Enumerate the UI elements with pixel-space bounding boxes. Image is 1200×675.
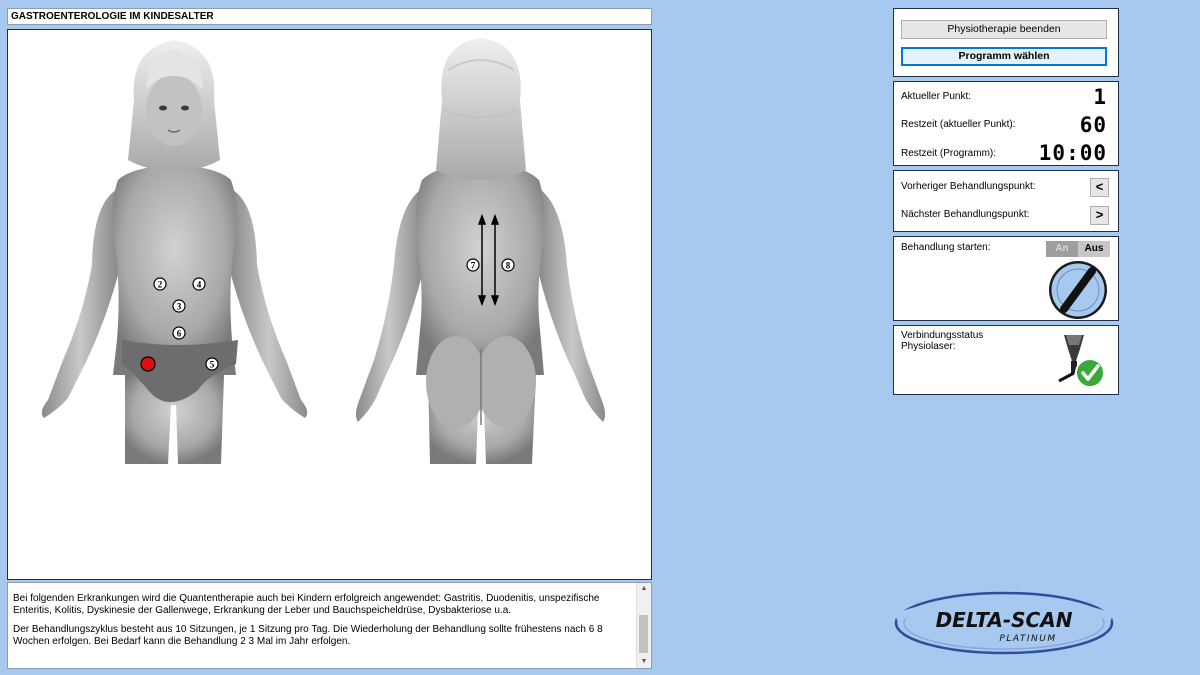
front-figure (41, 40, 308, 464)
treatment-point[interactable]: 4 (192, 277, 206, 291)
treatment-point[interactable]: 8 (501, 258, 515, 272)
remaining-point-value: 60 (1079, 113, 1107, 137)
point-label: 4 (197, 280, 202, 290)
on-off-toggle[interactable]: An Aus (1046, 241, 1110, 257)
description-scrollbar[interactable]: ▲ ▼ (636, 583, 651, 668)
program-buttons-panel: Physiotherapie beenden Programm wählen (893, 8, 1119, 77)
description-paragraph-2: Der Behandlungszyklus besteht aus 10 Sit… (13, 624, 603, 647)
description-text: Bei folgenden Erkrankungen wird die Quan… (13, 593, 638, 655)
remaining-program-label: Restzeit (Programm): (901, 148, 997, 159)
treatment-point[interactable]: 5 (205, 357, 219, 371)
prev-point-label: Vorheriger Behandlungspunkt: (901, 181, 1036, 192)
treatment-point[interactable]: 6 (172, 326, 186, 340)
remaining-program-value: 10:00 (1038, 141, 1107, 165)
body-diagram-panel: 2 4 3 6 1 5 7 8 (7, 29, 652, 580)
logo-main-text: DELTA-SCAN (936, 608, 1073, 632)
logo-sub-text: PLATINUM (999, 634, 1056, 644)
toggle-off[interactable]: Aus (1078, 241, 1110, 257)
remaining-point-label: Restzeit (aktueller Punkt): (901, 119, 1016, 130)
next-point-button[interactable]: > (1090, 206, 1109, 225)
connection-status-panel: Verbindungsstatus Physiolaser: (893, 325, 1119, 395)
treatment-point[interactable]: 3 (172, 299, 186, 313)
current-point-value: 1 (1093, 85, 1107, 109)
connection-status-label: Verbindungsstatus Physiolaser: (901, 330, 984, 352)
description-paragraph-1: Bei folgenden Erkrankungen wird die Quan… (13, 593, 600, 616)
power-knob-icon[interactable] (1046, 259, 1110, 321)
point-label: 5 (210, 360, 215, 370)
back-figure (355, 38, 606, 464)
scroll-up-arrow-icon[interactable]: ▲ (637, 583, 651, 595)
point-label: 2 (158, 280, 163, 290)
delta-scan-logo: DELTA-SCAN PLATINUM (894, 591, 1114, 655)
current-point-label: Aktueller Punkt: (901, 91, 972, 102)
point-label: 1 (146, 360, 150, 369)
next-point-label: Nächster Behandlungspunkt: (901, 209, 1030, 220)
treatment-point[interactable]: 2 (153, 277, 167, 291)
description-panel[interactable]: Bei folgenden Erkrankungen wird die Quan… (7, 582, 652, 669)
physiolaser-connected-icon (1058, 335, 1105, 388)
choose-program-button[interactable]: Programm wählen (901, 47, 1107, 66)
scrollbar-thumb[interactable] (639, 615, 648, 653)
status-panel: Aktueller Punkt: 1 Restzeit (aktueller P… (893, 81, 1119, 166)
start-treatment-label: Behandlung starten: (901, 242, 991, 253)
treatment-point[interactable]: 7 (466, 258, 480, 272)
start-treatment-panel: Behandlung starten: An Aus (893, 236, 1119, 321)
point-label: 8 (506, 261, 511, 271)
point-label: 6 (177, 329, 182, 339)
point-label: 7 (471, 261, 476, 271)
navigation-panel: Vorheriger Behandlungspunkt: < Nächster … (893, 170, 1119, 232)
toggle-on[interactable]: An (1046, 241, 1078, 257)
prev-point-button[interactable]: < (1090, 178, 1109, 197)
page-title: GASTROENTEROLOGIE IM KINDESALTER (7, 8, 652, 25)
body-diagram: 2 4 3 6 1 5 7 8 (41, 38, 606, 464)
scroll-down-arrow-icon[interactable]: ▼ (637, 656, 651, 668)
point-label: 3 (177, 302, 182, 312)
end-physiotherapy-button[interactable]: Physiotherapie beenden (901, 20, 1107, 39)
treatment-point-active[interactable]: 1 (140, 356, 156, 372)
